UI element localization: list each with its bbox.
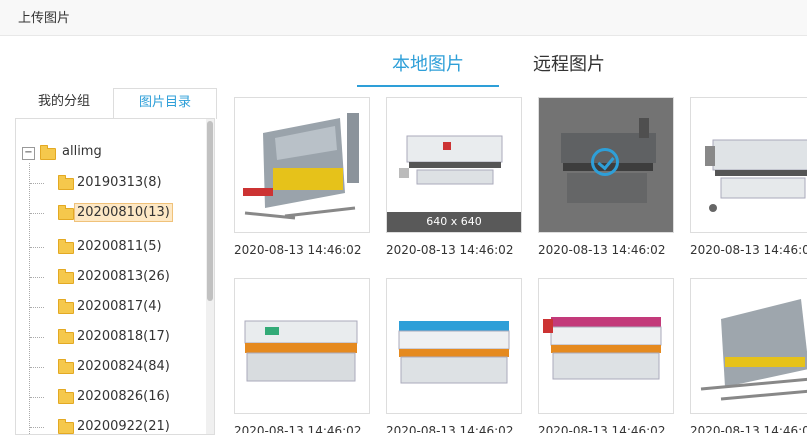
tree-root-label[interactable]: allimg (62, 144, 102, 159)
collapse-icon[interactable]: − (22, 147, 35, 160)
tree-scrollbar-thumb[interactable] (207, 121, 213, 301)
main-tabs: 本地图片 远程图片 (0, 36, 807, 88)
tab-local-images[interactable]: 本地图片 (392, 50, 464, 76)
folder-icon (58, 239, 74, 254)
shearing-machine-image (543, 317, 662, 380)
shearing-machine-image (398, 321, 510, 384)
tree-item-label[interactable]: 20190313(8) (74, 173, 165, 192)
image-date: 2020-08-13 14:46:02 (690, 243, 807, 257)
check-icon (591, 148, 619, 176)
tree-branch-line (30, 247, 44, 248)
folder-icon (58, 299, 74, 314)
image-grid: 2020-08-13 14:46:02 640 x 640 2020-08-13… (222, 88, 807, 433)
image-thumbnail[interactable] (538, 278, 674, 414)
image-thumbnail[interactable] (690, 278, 807, 414)
left-panel: 我的分组 图片目录 − allimg 20190313(8) 20200810(… (15, 88, 217, 435)
active-tab-underline (357, 85, 499, 87)
press-brake-image (700, 299, 807, 401)
tab-remote-images[interactable]: 远程图片 (533, 50, 605, 76)
image-date: 2020-08-13 14:46:02 (538, 243, 666, 257)
dialog-title: 上传图片 (18, 11, 71, 26)
tree-branch-line (30, 397, 44, 398)
tab-my-groups[interactable]: 我的分组 (15, 88, 113, 119)
image-thumbnail[interactable]: 640 x 640 (386, 97, 522, 233)
folder-icon (58, 389, 74, 404)
tree-item-label[interactable]: 20200817(4) (74, 297, 165, 316)
folder-icon (58, 205, 74, 220)
tree-branch-line (30, 307, 44, 308)
folder-tree: − allimg 20190313(8) 20200810(13) 202008… (15, 118, 215, 435)
folder-icon (58, 175, 74, 190)
folder-icon (58, 359, 74, 374)
shearing-machine-image (705, 139, 807, 212)
folder-icon (58, 269, 74, 284)
image-date: 2020-08-13 14:46:02 (386, 424, 514, 433)
image-date: 2020-08-13 14:46:02 (690, 424, 807, 433)
tree-item-label[interactable]: 20200818(17) (74, 327, 173, 346)
image-thumbnail[interactable] (234, 97, 370, 233)
tree-branch-line (30, 427, 44, 428)
tree-item-label[interactable]: 20200922(21) (74, 417, 173, 434)
image-dimensions-label: 640 x 640 (387, 212, 521, 232)
image-date: 2020-08-13 14:46:02 (234, 243, 362, 257)
image-thumbnail[interactable] (234, 278, 370, 414)
folder-icon (58, 419, 74, 434)
press-brake-image (243, 113, 359, 220)
image-date: 2020-08-13 14:46:02 (386, 243, 514, 257)
image-thumbnail[interactable] (690, 97, 807, 233)
tree-item-label[interactable]: 20200826(16) (74, 387, 173, 406)
tree-branch-line (30, 213, 44, 214)
tree-item-label[interactable]: 20200813(26) (74, 267, 173, 286)
tree-item-label[interactable]: 20200824(84) (74, 357, 173, 376)
tree-branch-line (30, 337, 44, 338)
tree-branch-line (30, 183, 44, 184)
image-thumbnail-selected[interactable] (538, 97, 674, 233)
tree-branch-line (30, 277, 44, 278)
tree-scrollbar[interactable] (206, 119, 214, 434)
image-thumbnail[interactable] (386, 278, 522, 414)
image-date: 2020-08-13 14:46:02 (538, 424, 666, 433)
folder-icon (58, 329, 74, 344)
tree-item-label[interactable]: 20200811(5) (74, 237, 165, 256)
dialog-header: 上传图片 (0, 0, 807, 36)
tree-branch-line (30, 367, 44, 368)
tree-connector-line (29, 163, 30, 434)
tab-image-directory[interactable]: 图片目录 (113, 88, 217, 119)
shearing-machine-image (244, 320, 358, 382)
folder-icon (40, 145, 56, 160)
tree-item-label[interactable]: 20200810(13) (74, 203, 173, 222)
image-date: 2020-08-13 14:46:02 (234, 424, 362, 433)
